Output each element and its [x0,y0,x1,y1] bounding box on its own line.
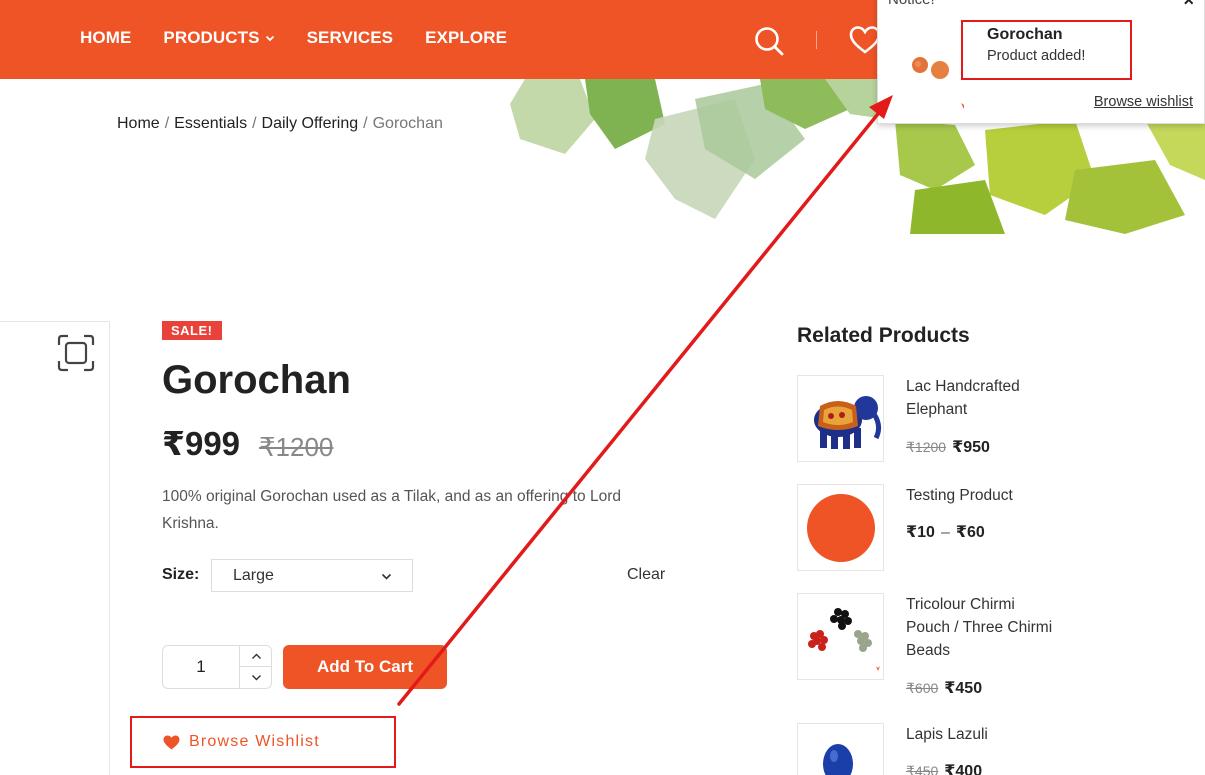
related-product-old-price: ₹600 [906,680,939,696]
chevron-down-icon [251,675,261,681]
related-product-name[interactable]: Lapis Lazuli [906,723,1056,746]
hero-crystal-image [510,79,885,219]
chevron-down-icon [381,573,392,580]
related-products-heading: Related Products [797,324,970,347]
related-product-sale-price: ₹950 [952,439,990,456]
related-product-thumbnail[interactable] [797,593,884,680]
related-product-price: ₹10– ₹60 [906,522,985,542]
related-product-sale-price: ₹450 [944,680,983,697]
gorochan-product-image [912,57,964,109]
nav-services-label: SERVICES [306,28,394,47]
clear-variation-link[interactable]: Clear [627,566,665,584]
nav-products-label: PRODUCTS [163,28,260,47]
nav-home[interactable]: HOME [80,28,131,48]
breadcrumb-separator: / [363,115,368,132]
elephant-product-image [814,396,882,449]
related-product-sale-price: ₹400 [944,763,983,775]
related-product-thumbnail[interactable] [797,484,884,571]
price-range-dash: – [940,524,950,541]
product-title: Gorochan [162,358,351,402]
annotation-highlight-box [961,20,1132,80]
size-label: Size: [162,566,200,583]
orange-circle-product-image [807,494,875,562]
chevron-down-icon [265,35,274,42]
notice-browse-wishlist-link[interactable]: Browse wishlist [1094,94,1193,110]
breadcrumb: Home / Essentials / Daily Offering / Gorochan [117,115,443,133]
breadcrumb-daily-offering[interactable]: Daily Offering [262,115,359,132]
nav-explore[interactable]: EXPLORE [425,28,507,48]
quantity-stepper [162,645,272,689]
related-product-name[interactable]: Lac Handcrafted Elephant [906,375,1056,421]
nav-home-label: HOME [80,28,132,47]
breadcrumb-home[interactable]: Home [117,115,160,132]
lapis-lazuli-product-image [823,744,853,775]
related-product-old-price: ₹450 [906,763,939,775]
related-product-name[interactable]: Testing Product [906,484,1056,507]
related-product-price: ₹1200 ₹950 [906,437,990,457]
size-select[interactable]: Large [211,559,413,592]
nav-products[interactable]: PRODUCTS [163,28,274,48]
product-description: 100% original Gorochan used as a Tilak, … [162,488,621,532]
search-icon[interactable] [752,24,786,58]
related-product-thumbnail[interactable] [797,375,884,462]
related-product-price-min: ₹10 [906,524,935,541]
hero-crystal-image-right [895,120,1205,234]
breadcrumb-current: Gorochan [372,115,443,132]
chevron-up-icon [251,653,261,659]
product-price: ₹999 [162,425,241,462]
size-select-value: Large [233,566,274,584]
quantity-increase-button[interactable] [239,646,272,667]
product-old-price: ₹1200 [259,432,334,462]
breadcrumb-essentials[interactable]: Essentials [174,115,247,132]
quantity-input[interactable] [163,646,239,688]
related-product-price: ₹450 ₹400 [906,761,982,775]
nav-explore-label: EXPLORE [425,28,508,47]
nav-services[interactable]: SERVICES [307,28,393,48]
chirmi-beads-product-image [808,608,880,671]
related-product-thumbnail[interactable] [797,723,884,775]
quantity-decrease-button[interactable] [239,667,272,688]
sale-badge: SALE! [162,321,222,340]
related-product-price-max: ₹60 [955,524,985,541]
related-product-old-price: ₹1200 [906,439,947,455]
breadcrumb-separator: / [252,115,257,132]
annotation-highlight-box [130,716,396,768]
notice-title: Notice! [888,0,935,8]
related-product-price: ₹600 ₹450 [906,678,982,698]
breadcrumb-separator: / [164,115,170,132]
main-nav: HOME PRODUCTS SERVICES EXPLORE [80,28,539,48]
header-divider [816,31,817,49]
fullscreen-zoom-icon[interactable] [57,334,95,372]
related-product-name[interactable]: Tricolour Chirmi Pouch / Three Chirmi Be… [906,593,1056,662]
product-gallery [0,321,110,775]
notice-close-icon[interactable]: × [1183,0,1194,11]
add-to-cart-button[interactable]: Add To Cart [283,645,447,689]
